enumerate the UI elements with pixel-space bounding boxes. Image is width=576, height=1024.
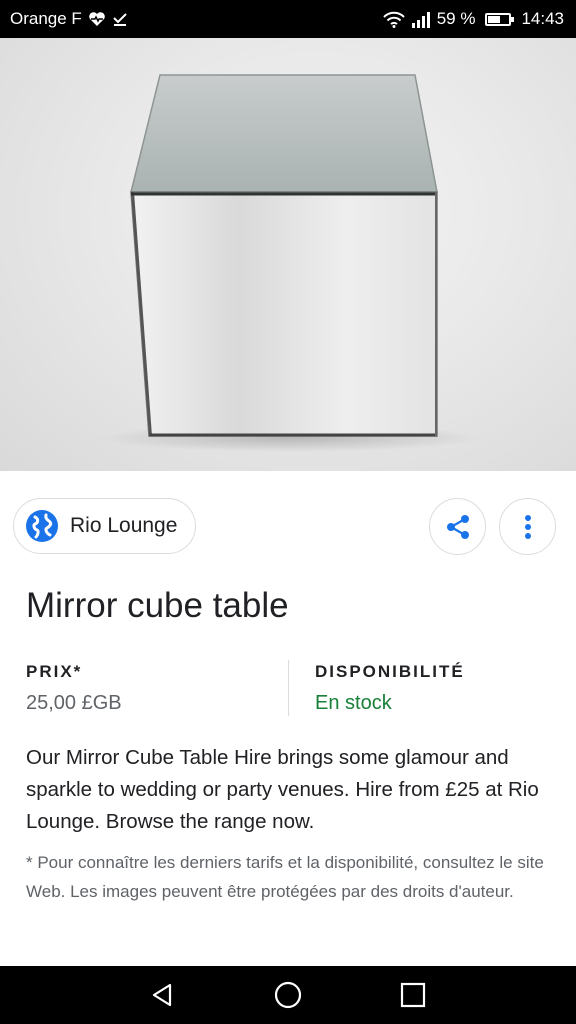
- share-button[interactable]: [429, 498, 486, 555]
- source-name: Rio Lounge: [70, 514, 178, 537]
- carrier-label: Orange F: [10, 9, 82, 28]
- recents-icon: [401, 982, 426, 1008]
- wifi-icon: [382, 11, 405, 28]
- battery-level-fill: [488, 15, 501, 23]
- clock: 14:43: [521, 9, 564, 28]
- availability-section: DISPONIBILITÉ En stock: [315, 662, 465, 715]
- product-title: Mirror cube table: [26, 586, 289, 625]
- navigation-bar: [0, 966, 576, 1024]
- globe-icon: [26, 510, 58, 542]
- battery-icon: [485, 12, 515, 26]
- price-section: PRIX* 25,00 £GB: [26, 662, 122, 715]
- price-disclaimer: * Pour connaître les derniers tarifs et …: [26, 853, 544, 901]
- info-divider: [288, 660, 289, 716]
- status-right: 59 % 14:43: [382, 9, 564, 29]
- more-options-button[interactable]: [499, 498, 556, 555]
- status-left: Orange F: [10, 9, 128, 29]
- back-icon: [152, 983, 171, 1007]
- availability-label: DISPONIBILITÉ: [315, 662, 465, 681]
- signal-icon: [411, 11, 431, 28]
- price-value: 25,00 £GB: [26, 692, 122, 714]
- recents-button[interactable]: [383, 966, 443, 1024]
- home-button[interactable]: [258, 966, 318, 1024]
- availability-value: En stock: [315, 692, 392, 714]
- product-image[interactable]: [0, 38, 576, 471]
- mirror-cube-illustration: [100, 74, 480, 452]
- more-vert-icon: [524, 514, 531, 539]
- product-description: Our Mirror Cube Table Hire brings some g…: [26, 746, 539, 833]
- battery-percent: 59 %: [436, 9, 476, 28]
- check-download-icon: [112, 11, 128, 27]
- share-icon: [446, 514, 469, 539]
- status-bar: Orange F 59 % 14:43: [0, 0, 576, 38]
- heart-monitor-icon: [88, 11, 106, 27]
- home-icon: [274, 981, 302, 1009]
- back-button[interactable]: [133, 966, 193, 1024]
- price-label: PRIX*: [26, 662, 83, 681]
- source-chip[interactable]: Rio Lounge: [13, 498, 197, 554]
